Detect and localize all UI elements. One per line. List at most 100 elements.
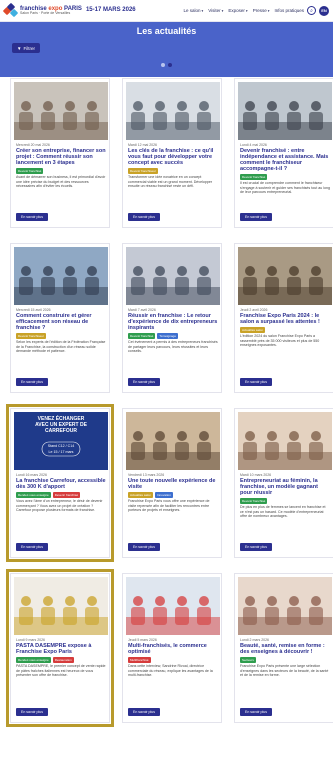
news-card-image[interactable] (14, 247, 108, 305)
carousel-dot[interactable] (161, 63, 165, 67)
news-card-image[interactable] (126, 82, 220, 140)
nav-item-0[interactable]: Le salon▾ (183, 8, 203, 13)
news-card[interactable]: Lundi 9 mars 2026 PASTA DASEMPRE expose à… (6, 569, 114, 727)
news-card-tags: Rendez-vous enseigne Devenir franchisé (16, 492, 81, 498)
read-more-button[interactable]: En savoir plus (16, 543, 48, 551)
news-card-title[interactable]: Beauté, santé, remise en forme : des ens… (240, 643, 330, 655)
read-more-button[interactable]: En savoir plus (240, 543, 272, 551)
read-more-button[interactable]: En savoir plus (128, 708, 160, 716)
news-card-title[interactable]: Créer son entreprise, financer son proje… (16, 148, 106, 166)
category-tag[interactable]: Secteurs (240, 657, 256, 663)
category-tag[interactable]: Témoignage (157, 333, 179, 339)
news-card[interactable]: Vendredi 13 mars 2026 Une toute nouvelle … (122, 408, 222, 558)
news-card-tags: Devenir franchiseur (128, 168, 159, 174)
news-card-image[interactable] (14, 82, 108, 140)
category-tag[interactable]: Devenir franchisé (240, 174, 268, 180)
news-card-image[interactable] (126, 577, 220, 635)
news-card-title[interactable]: Multi-franchisés, le commerce optimisé (128, 643, 218, 655)
site-logo[interactable]: franchise expo PARIS Salon Paris · Porte… (2, 2, 136, 18)
news-card-image[interactable]: VENEZ ÉCHANGER AVEC UN EXPERT DE CARREFOUR… (14, 412, 108, 470)
news-card[interactable]: Mardi 7 avril 2026 Réussir en franchise :… (122, 243, 222, 393)
nav-item-2[interactable]: Exposer▾ (228, 8, 247, 13)
news-card[interactable]: VENEZ ÉCHANGER AVEC UN EXPERT DE CARREFOUR… (6, 404, 114, 562)
category-tag[interactable]: Devenir franchiseur (128, 168, 159, 174)
read-more-button[interactable]: En savoir plus (128, 543, 160, 551)
news-card-excerpt: Avant de démarrer son business, il est p… (16, 175, 106, 189)
news-card-image[interactable] (14, 577, 108, 635)
news-card-excerpt: Franchise Expo Paris présente une large … (240, 664, 329, 678)
news-card-excerpt: Dans cette interview, Sandrine Rivoal, d… (128, 664, 213, 678)
news-card[interactable]: Jeudi 5 mars 2026 Multi-franchisés, le co… (122, 573, 222, 723)
news-card-image[interactable] (126, 412, 220, 470)
page-banner: Les actualités ▼ Filtrer (0, 22, 333, 77)
news-card-image[interactable] (238, 247, 332, 305)
read-more-button[interactable]: En savoir plus (128, 213, 160, 221)
news-card-title[interactable]: Les clés de la franchise : ce qu'il vous… (128, 148, 218, 166)
news-card[interactable]: Jeudi 2 avril 2026 Franchise Expo Paris 2… (234, 243, 333, 393)
category-tag[interactable]: Devenir franchiseur (16, 333, 47, 339)
news-card-tags: Devenir franchisé (240, 498, 268, 504)
nav-item-4[interactable]: Infos pratiques (274, 8, 304, 13)
category-tag[interactable]: Devenir franchisé (52, 492, 81, 498)
news-card[interactable]: Lundi 4 mai 2026 Devenir franchisé : entr… (234, 78, 333, 228)
news-card-image[interactable] (238, 577, 332, 635)
news-card-title[interactable]: Réussir en franchise : Le retour d'expér… (128, 313, 218, 331)
news-card-title[interactable]: Entrepreneuriat au féminin, la franchise… (240, 478, 330, 496)
news-card-title[interactable]: La franchise Carrefour, accessible dès 3… (16, 478, 106, 490)
category-tag[interactable]: Multifranchisé (128, 657, 151, 663)
promo-text: Le 15 / 17 mars (48, 450, 74, 454)
news-card-title[interactable]: Comment construire et gérer efficacement… (16, 313, 106, 331)
news-card-tags: Devenir franchisé Témoignage (128, 333, 179, 339)
read-more-button[interactable]: En savoir plus (240, 213, 272, 221)
category-tag[interactable]: Restauration (52, 657, 74, 663)
nav-item-1[interactable]: Visiter▾ (208, 8, 223, 13)
news-card-title[interactable]: PASTA DASEMPRE expose à Franchise Expo P… (16, 643, 106, 655)
news-card-image[interactable] (126, 247, 220, 305)
news-card-title[interactable]: Devenir franchisé : entre indépendance e… (240, 148, 330, 172)
news-card[interactable]: Mercredi 20 mai 2026 Créer son entreprise… (10, 78, 110, 228)
news-card[interactable]: Mercredi 15 avril 2026 Comment construire… (10, 243, 110, 393)
news-card-image[interactable] (238, 82, 332, 140)
news-card-tags: Multifranchisé (128, 657, 151, 663)
carousel-dot[interactable] (168, 63, 172, 67)
category-tag[interactable]: Devenir franchisé (16, 168, 44, 174)
read-more-button[interactable]: En savoir plus (240, 378, 272, 386)
language-switch[interactable]: EN (319, 5, 329, 16)
category-tag[interactable]: Innovation (155, 492, 173, 498)
news-card-tags: Devenir franchiseur (16, 333, 47, 339)
read-more-button[interactable]: En savoir plus (16, 708, 48, 716)
category-tag[interactable]: Devenir franchisé (128, 333, 156, 339)
news-card-title[interactable]: Une toute nouvelle expérience de visite (128, 478, 218, 490)
news-card[interactable]: Mardi 10 mars 2026 Entrepreneuriat au fém… (234, 408, 333, 558)
news-card-date: Jeudi 2 avril 2026 (240, 308, 268, 312)
news-card-date: Mercredi 15 avril 2026 (16, 308, 51, 312)
nav-item-3[interactable]: Presse▾ (253, 8, 270, 13)
category-tag[interactable]: Rendez-vous enseigne (16, 657, 51, 663)
category-tag[interactable]: Rendez-vous enseigne (16, 492, 51, 498)
news-card-excerpt: L'édition 2024 du salon Franchise Expo P… (240, 334, 320, 348)
filter-button[interactable]: ▼ Filtrer (12, 43, 40, 53)
news-card[interactable]: Mardi 12 mai 2026 Les clés de la franchis… (122, 78, 222, 228)
news-card-date: Lundi 16 mars 2026 (16, 473, 47, 477)
filter-label: Filtrer (23, 45, 35, 51)
news-card-date: Lundi 4 mai 2026 (240, 143, 267, 147)
news-card-tags: Actualités salon (240, 327, 266, 333)
promo-text: CARREFOUR (45, 428, 77, 434)
category-tag[interactable]: Actualités salon (128, 492, 154, 498)
news-card-excerpt: Cet événement a permis à des entrepreneu… (128, 340, 218, 354)
read-more-button[interactable]: En savoir plus (240, 708, 272, 716)
search-button[interactable]: ⌕ (307, 6, 316, 15)
read-more-button[interactable]: En savoir plus (128, 378, 160, 386)
news-card-date: Mardi 7 avril 2026 (128, 308, 156, 312)
news-card[interactable]: Lundi 2 mars 2026 Beauté, santé, remise e… (234, 573, 333, 723)
category-tag[interactable]: Actualités salon (240, 327, 266, 333)
news-card-excerpt: Transformer une idée novatrice en un con… (128, 175, 213, 189)
category-tag[interactable]: Devenir franchisé (240, 498, 268, 504)
news-card-title[interactable]: Franchise Expo Paris 2024 : le salon a s… (240, 313, 330, 325)
news-card-tags: Devenir franchisé (240, 174, 268, 180)
event-dates: 15-17 MARS 2026 (85, 6, 136, 13)
news-card-image[interactable] (238, 412, 332, 470)
read-more-button[interactable]: En savoir plus (16, 378, 48, 386)
read-more-button[interactable]: En savoir plus (16, 213, 48, 221)
news-card-date: Lundi 9 mars 2026 (16, 638, 45, 642)
